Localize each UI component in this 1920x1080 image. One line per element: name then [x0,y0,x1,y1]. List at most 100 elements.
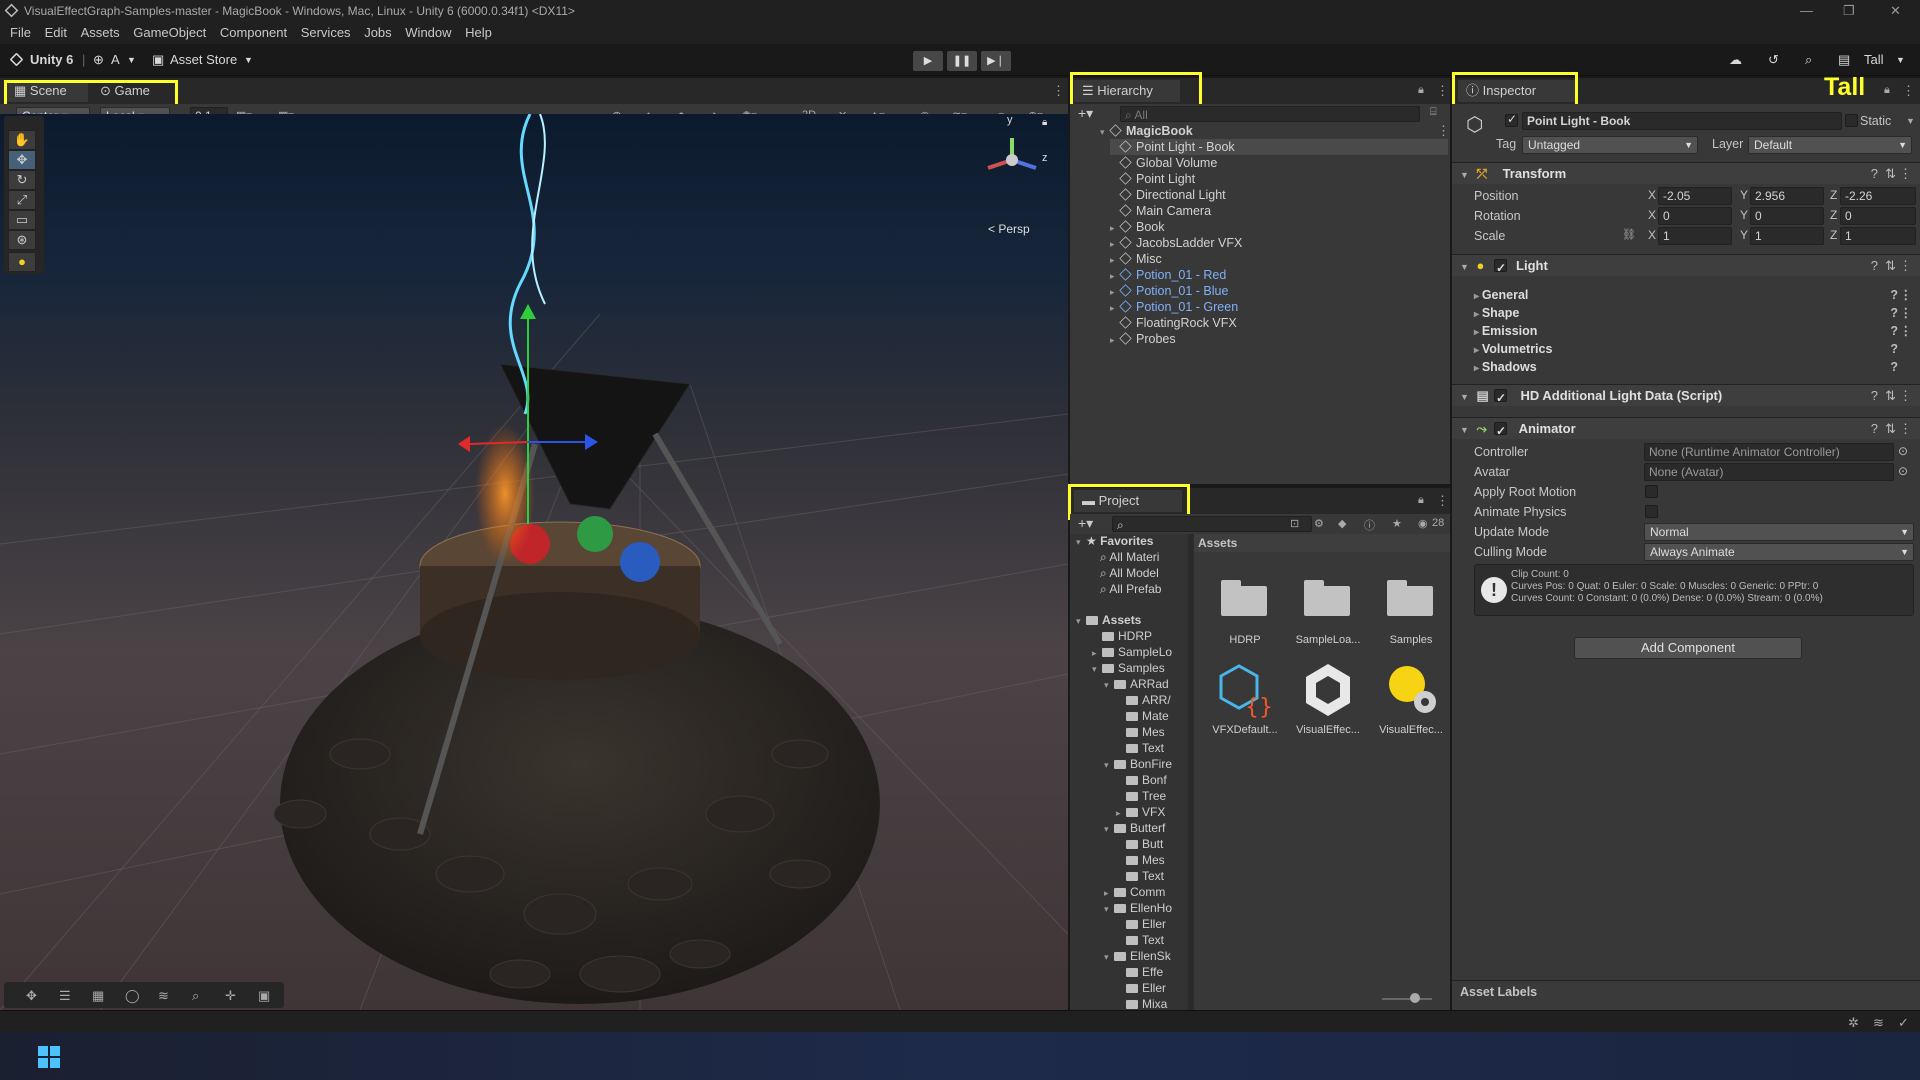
icon-size-slider-thumb[interactable] [1410,993,1420,1003]
project-tree-item[interactable]: Text [1116,932,1164,948]
position-y-field[interactable]: 2.956 [1750,187,1824,205]
collapse-arrow-icon[interactable]: ▼ [1460,425,1469,435]
hierarchy-more-icon[interactable]: ⋮ [1436,83,1449,99]
expand-arrow-icon[interactable]: ▾ [1104,677,1114,693]
hierarchy-search-input[interactable]: ⌕ All [1120,106,1420,122]
gizmo-lock-icon[interactable]: 🔒︎ [1042,117,1047,128]
asset-labels-section[interactable]: Asset Labels [1452,980,1920,1010]
hierarchy-item[interactable]: Point Light - Book [1110,139,1448,155]
help-icon[interactable]: ? [1871,418,1878,440]
rotate-tool-icon[interactable]: ↻ [8,170,36,190]
component-menu-icon[interactable]: ⋮ [1899,255,1912,277]
expand-arrow-icon[interactable]: ▸ [1110,332,1120,348]
project-tree-item[interactable]: ▾ EllenHo [1104,900,1172,916]
help-icon[interactable]: ? [1890,322,1898,340]
hierarchy-item[interactable]: ▸ Potion_01 - Red [1110,267,1448,283]
project-tree-item[interactable]: Effe [1116,964,1163,980]
preset-icon[interactable]: ⇅ [1885,255,1896,277]
light-section-general[interactable]: ▸ General? ⋮ [1474,286,1914,304]
culling-mode-dropdown[interactable]: Always Animate ▼ [1644,543,1914,561]
light-tool-icon[interactable]: ● [8,252,36,272]
expand-arrow-icon[interactable]: ▾ [1104,757,1114,773]
hierarchy-root-magicbook[interactable]: ▾ MagicBook [1100,123,1448,139]
filter-log-icon[interactable]: ⓘ [1364,517,1375,533]
animator-enabled-checkbox[interactable] [1494,420,1507,442]
expand-arrow-icon[interactable]: ▾ [1104,949,1114,965]
expand-arrow-icon[interactable]: ▸ [1110,220,1120,236]
search-mode-icon[interactable]: ⊡ [1290,517,1299,530]
section-menu-icon[interactable]: ⋮ [1900,304,1913,322]
favorites-header[interactable]: ▾ ★ Favorites [1076,533,1153,549]
asset-folder-icon[interactable] [1215,572,1275,624]
hierarchy-filter-icon[interactable]: ⌸ [1430,106,1437,119]
transform-header[interactable]: ▼ ⤱ Transform ? ⇅ ⋮ [1452,162,1920,184]
asset-folder-icon[interactable] [1298,572,1358,624]
expand-arrow-icon[interactable]: ▸ [1474,327,1482,338]
project-tree-item[interactable]: ▸ Comm [1104,884,1165,900]
menu-edit[interactable]: Edit [45,25,67,40]
hierarchy-item[interactable]: Point Light [1110,171,1448,187]
scale-y-field[interactable]: 1 [1750,227,1824,245]
hierarchy-item[interactable]: ▸ Book [1110,219,1448,235]
project-more-icon[interactable]: ⋮ [1436,493,1449,509]
layers-icon[interactable]: ▤ [1838,52,1850,68]
hierarchy-item[interactable]: ▸ JacobsLadder VFX [1110,235,1448,251]
expand-arrow-icon[interactable]: ▾ [1104,901,1114,917]
project-add-icon[interactable]: +▾ [1078,515,1093,532]
object-picker-icon[interactable]: ⊙ [1898,464,1908,478]
light-section-shape[interactable]: ▸ Shape? ⋮ [1474,304,1914,322]
project-tree-item[interactable]: Mes [1116,724,1165,740]
hidden-count-icon[interactable]: ◉ [1418,517,1428,530]
collapse-arrow-icon[interactable]: ▼ [1460,262,1469,272]
step-button[interactable]: ▶❘ [981,51,1011,71]
project-tree-item[interactable]: Text [1116,740,1164,756]
scale-z-field[interactable]: 1 [1840,227,1916,245]
tag-dropdown[interactable]: Untagged ▼ [1522,136,1698,154]
rotation-x-field[interactable]: 0 [1658,207,1732,225]
windows-start-icon[interactable] [38,1046,60,1068]
hierarchy-item[interactable]: ▸ Potion_01 - Green [1110,299,1448,315]
tree-scrollbar[interactable] [1188,534,1194,1010]
preset-icon[interactable]: ⇅ [1885,385,1896,407]
favorite-models[interactable]: ⌕ All Model [1100,565,1159,581]
scale-tool-icon[interactable]: ⤢ [8,190,36,210]
preset-icon[interactable]: ⇅ [1885,418,1896,440]
hierarchy-item[interactable]: ▸ Probes [1110,331,1448,347]
account-dropdown-icon[interactable]: ▼ [127,55,136,65]
section-menu-icon[interactable]: ⋮ [1900,286,1913,304]
expand-arrow-icon[interactable]: ▸ [1110,268,1120,284]
project-tree-item[interactable]: Mes [1116,852,1165,868]
project-tree-item[interactable]: ▾ EllenSk [1104,948,1171,964]
static-dropdown-icon[interactable]: ▼ [1906,116,1915,126]
project-tree-item[interactable]: ▾ Butterf [1104,820,1165,836]
status-check-icon[interactable]: ✓ [1898,1015,1909,1031]
gameobject-active-checkbox[interactable] [1505,112,1518,127]
asset-store-dropdown-icon[interactable]: ▼ [244,55,253,65]
avatar-field[interactable]: None (Avatar) [1644,463,1894,481]
menu-jobs[interactable]: Jobs [364,25,391,40]
add-component-button[interactable]: Add Component [1574,637,1802,659]
project-tree-item[interactable]: HDRP [1092,628,1152,644]
layout-dropdown[interactable]: Tall [1864,52,1884,67]
assets-root[interactable]: ▾ Assets [1076,612,1141,628]
project-tree-item[interactable]: Eller [1116,980,1166,996]
bottom-zoom-icon[interactable]: ⌕ [192,988,199,1004]
project-tree-item[interactable]: ▾ Samples [1092,660,1165,676]
hierarchy-item[interactable]: ▸ Potion_01 - Blue [1110,283,1448,299]
bottom-grid-icon[interactable]: ▦ [92,988,104,1004]
rotation-z-field[interactable]: 0 [1840,207,1916,225]
collapse-arrow-icon[interactable]: ▼ [1460,392,1469,402]
project-tree-item[interactable]: Mate [1116,708,1169,724]
bug-icon[interactable]: ✲ [1848,1015,1859,1031]
position-z-field[interactable]: -2.26 [1840,187,1916,205]
section-menu-icon[interactable]: ⋮ [1900,322,1913,340]
close-icon[interactable]: ✕ [1890,3,1901,19]
project-tree-item[interactable]: ▾ BonFire [1104,756,1172,772]
expand-arrow-icon[interactable]: ▾ [1092,661,1102,677]
expand-arrow-icon[interactable]: ▸ [1104,885,1114,901]
filter-label-icon[interactable]: ◆ [1338,517,1346,530]
animator-header[interactable]: ▼ ⤳ Animator ? ⇅ ⋮ [1452,417,1920,442]
filter-type-icon[interactable]: ⚙ [1314,517,1324,530]
perspective-toggle[interactable]: < Persp [988,222,1030,236]
menu-services[interactable]: Services [301,25,351,40]
